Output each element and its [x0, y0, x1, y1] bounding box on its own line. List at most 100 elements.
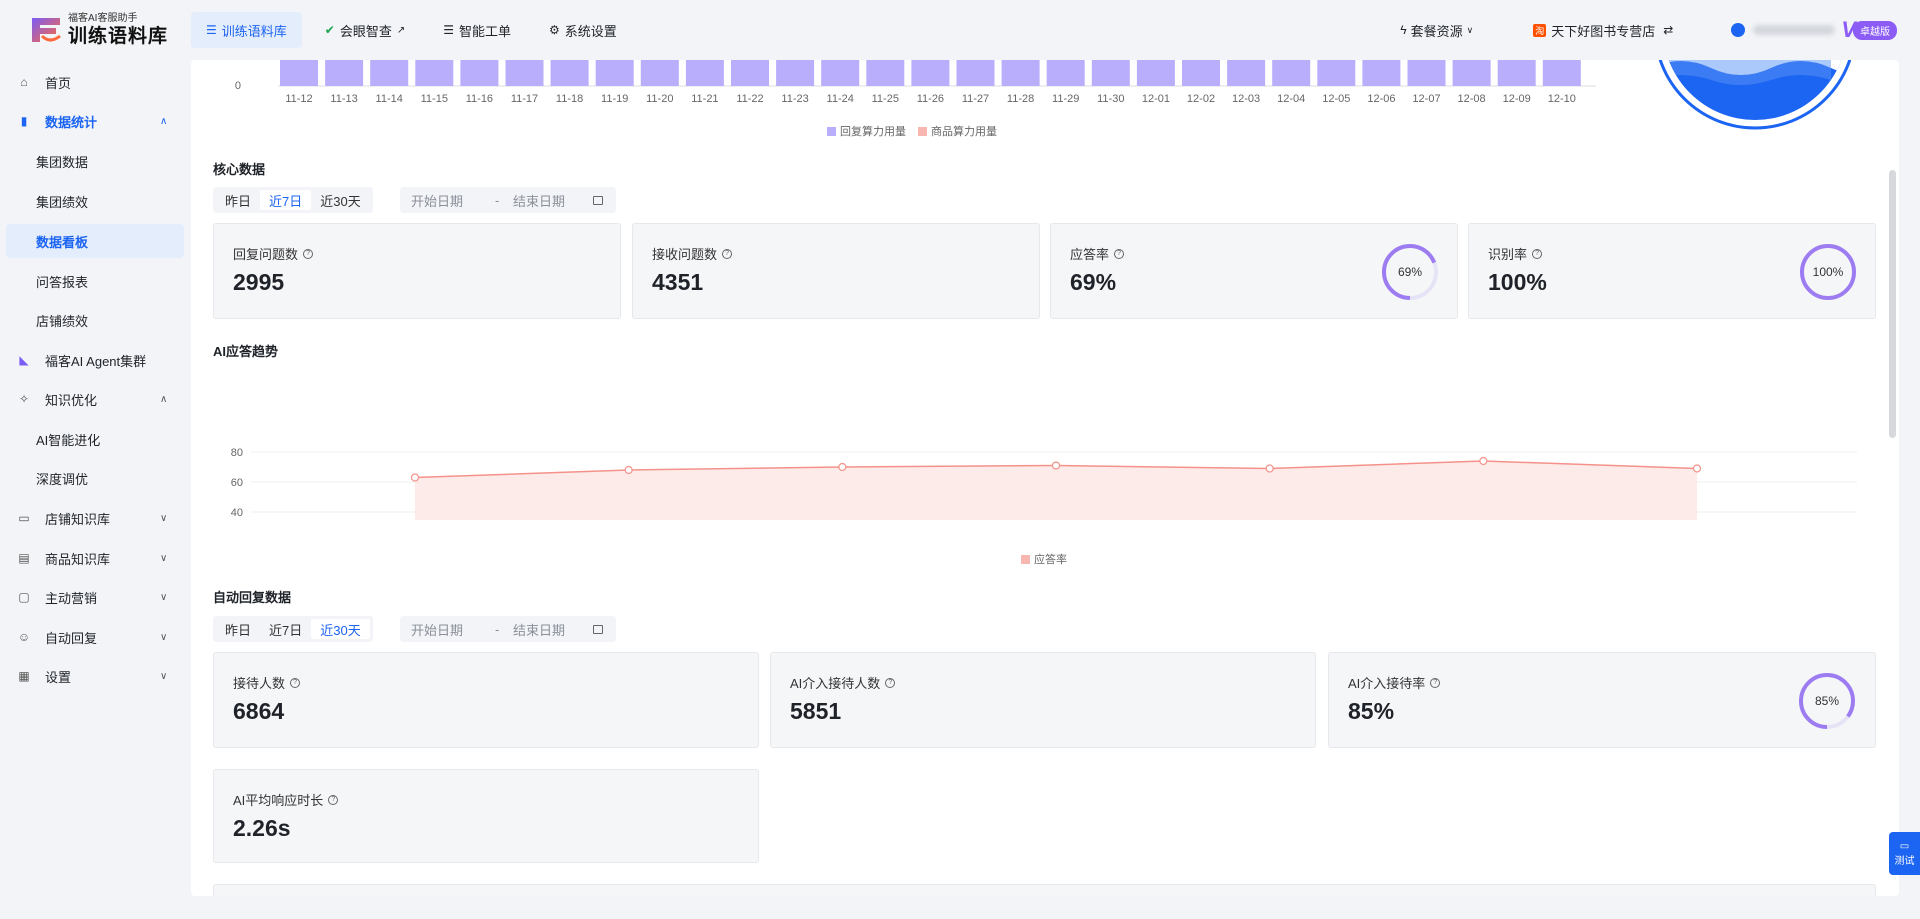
help-icon[interactable]: ? — [328, 794, 339, 805]
usage-chart-x-tick: 11-21 — [691, 93, 718, 105]
auto-date-range-picker[interactable]: 开始日期 - 结束日期 — [400, 616, 616, 642]
usage-chart-x-tick: 11-17 — [511, 93, 538, 105]
page-scrollbar[interactable] — [1889, 170, 1896, 438]
sidebar-group-performance-label: 集团绩效 — [36, 194, 89, 210]
sidebar-settings-label: 设置 — [45, 669, 72, 685]
topnav-ticket[interactable]: ☰ 智能工单 — [428, 12, 526, 48]
sidebar-knowledge-label: 知识优化 — [45, 392, 98, 408]
auto-date-start[interactable]: 开始日期 — [411, 620, 463, 639]
usage-chart-x-tick: 12-03 — [1232, 93, 1260, 105]
card-avg-response-label: AI平均响应时长 — [233, 793, 324, 808]
card-avg-response-value: 2.26s — [233, 815, 291, 841]
sidebar-item-store-kb[interactable]: ▭ 店铺知识库 ∨ — [0, 501, 185, 535]
sidebar-qa-report-label: 问答报表 — [36, 274, 89, 290]
sidebar-item-product-kb[interactable]: ▤ 商品知识库 ∨ — [0, 541, 185, 575]
sidebar-item-agent-cluster[interactable]: ◣ 福客AI Agent集群 — [0, 343, 185, 377]
usage-chart-x-tick: 12-08 — [1458, 93, 1486, 105]
package-resources-dropdown[interactable]: ϟ 套餐资源 ∨ — [1400, 21, 1473, 40]
help-icon[interactable]: ? — [1430, 677, 1441, 688]
sidebar-item-stats[interactable]: ▮ 数据统计 ∧ — [0, 104, 185, 138]
usage-chart-x-tick: 11-22 — [736, 93, 763, 105]
sidebar-item-ai-evolution[interactable]: AI智能进化 — [0, 422, 185, 456]
sidebar-item-knowledge[interactable]: ✧ 知识优化 ∧ — [0, 382, 185, 416]
topnav-ticket-label: 智能工单 — [459, 23, 512, 39]
card-answer-rate-label: 应答率 — [1070, 247, 1110, 262]
usage-chart-x-tick: 12-10 — [1548, 93, 1576, 105]
trend-legend: 应答率 — [1021, 551, 1067, 567]
card-ai-reception-rate-label: AI介入接待率 — [1348, 676, 1426, 691]
sidebar-item-group-performance[interactable]: 集团绩效 — [0, 184, 185, 218]
robot-icon: ☺ — [17, 630, 31, 644]
help-icon[interactable]: ? — [722, 248, 733, 259]
usage-bar — [1497, 60, 1536, 86]
core-tab-yesterday[interactable]: 昨日 — [216, 190, 260, 210]
auto-tab-30days[interactable]: 近30天 — [311, 619, 370, 639]
sidebar-item-group-data[interactable]: 集团数据 — [0, 144, 185, 178]
sidebar-item-auto-reply[interactable]: ☺ 自动回复 ∨ — [0, 620, 185, 654]
topnav-huiyan[interactable]: ✔ 会眼智查 ↗ — [310, 12, 420, 48]
card-answer-rate: 应答率? 69% 69% — [1050, 223, 1458, 319]
usage-chart-x-tick: 11-15 — [421, 93, 448, 105]
core-date-range-picker[interactable]: 开始日期 - 结束日期 — [400, 187, 616, 213]
sidebar-item-settings[interactable]: ▦ 设置 ∨ — [0, 659, 185, 693]
trend-point[interactable] — [624, 465, 633, 475]
shop-switcher[interactable]: 淘 天下好图书专营店 ⇄ — [1533, 21, 1673, 40]
chevron-up-icon: ∧ — [160, 115, 168, 127]
auto-tab-7days[interactable]: 近7日 — [260, 619, 311, 639]
sidebar-item-dashboard[interactable]: 数据看板 — [6, 224, 184, 258]
sidebar-item-home[interactable]: ⌂ 首页 — [0, 65, 185, 99]
card-received-count: 接收问题数? 4351 — [632, 223, 1040, 319]
help-icon[interactable]: ? — [1532, 248, 1543, 259]
core-date-end[interactable]: 结束日期 — [513, 191, 565, 210]
auto-tab-yesterday[interactable]: 昨日 — [216, 619, 260, 639]
auto-date-end[interactable]: 结束日期 — [513, 620, 565, 639]
trend-point[interactable] — [1051, 461, 1061, 470]
trend-point[interactable] — [838, 462, 847, 472]
help-icon[interactable]: ? — [303, 248, 314, 259]
trend-point[interactable] — [1692, 464, 1702, 473]
trend-point[interactable] — [1479, 456, 1488, 466]
core-date-start[interactable]: 开始日期 — [411, 191, 463, 210]
top-nav: ☰ 训练语料库 ✔ 会眼智查 ↗ ☰ 智能工单 ⚙ 系统设置 — [191, 12, 640, 48]
test-float-label: 测试 — [1894, 855, 1915, 867]
help-icon[interactable]: ? — [885, 677, 896, 688]
test-float-button[interactable]: ▭ 测试 — [1889, 832, 1920, 875]
app-logo[interactable]: 福客AI客服助手 训练语料库 — [28, 14, 168, 46]
sidebar-item-deep-tuning[interactable]: 深度调优 — [0, 461, 185, 495]
logo-subtitle: 福客AI客服助手 — [68, 13, 138, 24]
usage-chart-legend: 回复算力用量 商品算力用量 — [827, 123, 997, 139]
vip-tier-label: 卓越版 — [1853, 20, 1897, 40]
topnav-corpus[interactable]: ☰ 训练语料库 — [191, 12, 302, 48]
help-icon[interactable]: ? — [1114, 248, 1125, 259]
auto-range-tabs: 昨日 近7日 近30天 — [213, 616, 373, 642]
topnav-settings[interactable]: ⚙ 系统设置 — [534, 12, 632, 48]
core-tab-7days[interactable]: 近7日 — [260, 190, 312, 210]
sidebar-auto-reply-label: 自动回复 — [45, 630, 98, 646]
trend-point[interactable] — [1265, 464, 1274, 473]
card-ai-reception-rate: AI介入接待率? 85% 85% — [1328, 652, 1876, 748]
help-icon[interactable]: ? — [290, 677, 301, 688]
sidebar-dashboard-label: 数据看板 — [36, 234, 89, 250]
answer-rate-trend-chart: 02040608012-0412-0512-0612-0712-0812-091… — [231, 447, 1857, 520]
usage-bar — [1182, 60, 1220, 86]
switch-icon: ⇄ — [1663, 23, 1674, 37]
core-data-title: 核心数据 — [213, 162, 266, 177]
usage-bar — [956, 60, 995, 86]
card-received-count-label: 接收问题数 — [652, 247, 718, 262]
chevron-down-icon: ∨ — [160, 552, 168, 564]
legend-reply-label: 回复算力用量 — [840, 126, 906, 138]
user-menu[interactable] — [1731, 23, 1836, 37]
card-reception-count-value: 6864 — [233, 698, 285, 724]
sidebar-item-marketing[interactable]: ▢ 主动营销 ∨ — [0, 580, 185, 614]
package-label: 套餐资源 — [1410, 23, 1463, 39]
answer-rate-ring-label: 69% — [1397, 265, 1423, 279]
usage-bar — [911, 60, 950, 86]
sidebar-ai-evolution-label: AI智能进化 — [36, 432, 101, 448]
sidebar-item-store-performance[interactable]: 店铺绩效 — [0, 303, 185, 337]
sidebar-item-qa-report[interactable]: 问答报表 — [0, 264, 185, 298]
core-tab-30days[interactable]: 近30天 — [311, 190, 369, 210]
usage-bar — [1227, 60, 1266, 86]
message-icon: ▢ — [18, 590, 30, 604]
trend-point[interactable] — [410, 473, 420, 482]
trend-y-tick: 40 — [231, 507, 243, 519]
